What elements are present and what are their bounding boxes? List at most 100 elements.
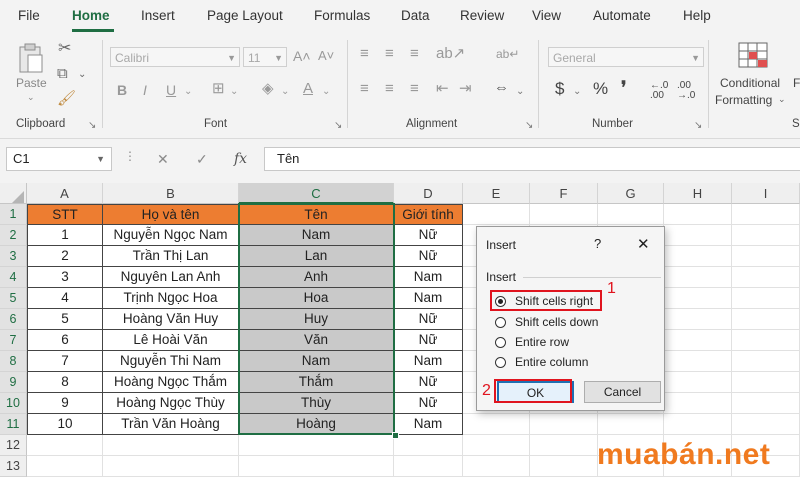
tab-insert[interactable]: Insert	[141, 8, 175, 23]
radio-entire-column[interactable]	[495, 357, 506, 368]
chevron-down-icon[interactable]: ⌄	[78, 67, 86, 83]
table-cell[interactable]: 4	[27, 288, 103, 309]
tab-page-layout[interactable]: Page Layout	[207, 8, 283, 23]
column-header[interactable]: A	[27, 183, 103, 204]
table-cell[interactable]: Lê Hoài Văn	[103, 330, 239, 351]
empty-cell[interactable]	[664, 204, 732, 225]
column-header[interactable]: D	[394, 183, 463, 204]
table-cell[interactable]: Trịnh Ngọc Hoa	[103, 288, 239, 309]
table-cell[interactable]: Hoàng Ngọc Thùy	[103, 393, 239, 414]
table-cell[interactable]: 6	[27, 330, 103, 351]
tab-data[interactable]: Data	[401, 8, 430, 23]
table-cell[interactable]: Nữ	[394, 225, 463, 246]
empty-cell[interactable]	[530, 414, 598, 435]
cancel-icon[interactable]: ✕	[157, 151, 169, 168]
table-cell[interactable]: 2	[27, 246, 103, 267]
align-bottom-icon[interactable]: ≡	[410, 46, 419, 62]
italic-icon[interactable]: I	[143, 82, 147, 98]
table-cell[interactable]: 10	[27, 414, 103, 435]
empty-cell[interactable]	[732, 393, 800, 414]
empty-cell[interactable]	[598, 204, 664, 225]
tab-automate[interactable]: Automate	[593, 8, 651, 23]
row-header[interactable]: 7	[0, 330, 27, 351]
table-cell[interactable]: 9	[27, 393, 103, 414]
name-box[interactable]: C1 ▼	[6, 147, 112, 171]
table-header-cell[interactable]: Giới tính	[394, 204, 463, 225]
table-cell[interactable]: Nữ	[394, 393, 463, 414]
insert-function-icon[interactable]: fx	[234, 151, 247, 167]
borders-icon[interactable]: ⊞	[212, 81, 225, 97]
decrease-font-icon[interactable]: A˅	[318, 48, 334, 64]
row-header[interactable]: 12	[0, 435, 27, 456]
table-cell[interactable]: Nữ	[394, 372, 463, 393]
increase-decimal-icon[interactable]: ←.0.00	[650, 81, 668, 101]
table-cell[interactable]: 7	[27, 351, 103, 372]
row-header[interactable]: 11	[0, 414, 27, 435]
column-header[interactable]: E	[463, 183, 530, 204]
number-format-combo[interactable]: General ▼	[548, 47, 704, 67]
chevron-down-icon[interactable]: ⌄	[322, 84, 330, 100]
table-cell[interactable]: Trần Văn Hoàng	[103, 414, 239, 435]
table-cell[interactable]: 8	[27, 372, 103, 393]
row-header[interactable]: 2	[0, 225, 27, 246]
table-cell[interactable]: Nam	[394, 288, 463, 309]
row-header[interactable]: 4	[0, 267, 27, 288]
empty-cell[interactable]	[664, 330, 732, 351]
font-name-combo[interactable]: Calibri ▼	[110, 47, 240, 67]
empty-cell[interactable]	[664, 372, 732, 393]
table-cell[interactable]: Nguyên Lan Anh	[103, 267, 239, 288]
wrap-text-icon[interactable]: ab↵	[496, 46, 519, 62]
empty-cell[interactable]	[732, 330, 800, 351]
tab-home[interactable]: Home	[72, 8, 110, 23]
bold-icon[interactable]: B	[117, 82, 127, 98]
empty-cell[interactable]	[732, 225, 800, 246]
empty-cell[interactable]	[664, 309, 732, 330]
decrease-decimal-icon[interactable]: .00 →.0	[677, 81, 695, 101]
chevron-down-icon[interactable]: ⌄	[230, 84, 238, 100]
empty-cell[interactable]	[732, 414, 800, 435]
row-header[interactable]: 8	[0, 351, 27, 372]
table-cell[interactable]: Nguyễn Ngọc Nam	[103, 225, 239, 246]
help-button[interactable]: ?	[594, 236, 601, 251]
radio-entire-row[interactable]	[495, 337, 506, 348]
empty-cell[interactable]	[394, 435, 463, 456]
close-icon[interactable]: ✕	[637, 235, 650, 253]
column-header[interactable]: G	[598, 183, 664, 204]
empty-cell[interactable]	[463, 435, 530, 456]
font-color-icon[interactable]: A	[303, 81, 313, 97]
row-header[interactable]: 9	[0, 372, 27, 393]
empty-cell[interactable]	[530, 204, 598, 225]
tab-help[interactable]: Help	[683, 8, 711, 23]
row-header[interactable]: 10	[0, 393, 27, 414]
dialog-launcher-icon[interactable]: ↘	[88, 120, 96, 131]
empty-cell[interactable]	[664, 246, 732, 267]
empty-cell[interactable]	[103, 435, 239, 456]
table-cell[interactable]: Nam	[394, 351, 463, 372]
column-header[interactable]: I	[732, 183, 800, 204]
empty-cell[interactable]	[732, 267, 800, 288]
align-middle-icon[interactable]: ≡	[385, 46, 394, 62]
empty-cell[interactable]	[463, 204, 530, 225]
empty-cell[interactable]	[463, 456, 530, 477]
empty-cell[interactable]	[732, 204, 800, 225]
column-header[interactable]: F	[530, 183, 598, 204]
fill-handle[interactable]	[392, 432, 399, 439]
enter-icon[interactable]: ✓	[196, 151, 208, 168]
column-header[interactable]: H	[664, 183, 732, 204]
row-header[interactable]: 5	[0, 288, 27, 309]
empty-cell[interactable]	[664, 225, 732, 246]
empty-cell[interactable]	[239, 435, 394, 456]
row-header[interactable]: 13	[0, 456, 27, 477]
table-cell[interactable]: Hoàng Văn Huy	[103, 309, 239, 330]
row-header[interactable]: 1	[0, 204, 27, 225]
fill-color-icon[interactable]: ◈	[262, 81, 274, 97]
table-cell[interactable]: 1	[27, 225, 103, 246]
align-left-icon[interactable]: ≡	[360, 81, 369, 97]
currency-icon[interactable]: $	[555, 80, 564, 97]
underline-icon[interactable]: U	[166, 82, 176, 98]
percent-icon[interactable]: %	[593, 80, 608, 97]
chevron-down-icon[interactable]: ⌄	[573, 84, 581, 100]
empty-cell[interactable]	[27, 435, 103, 456]
table-cell[interactable]: 5	[27, 309, 103, 330]
increase-font-icon[interactable]: A˄	[293, 48, 311, 64]
